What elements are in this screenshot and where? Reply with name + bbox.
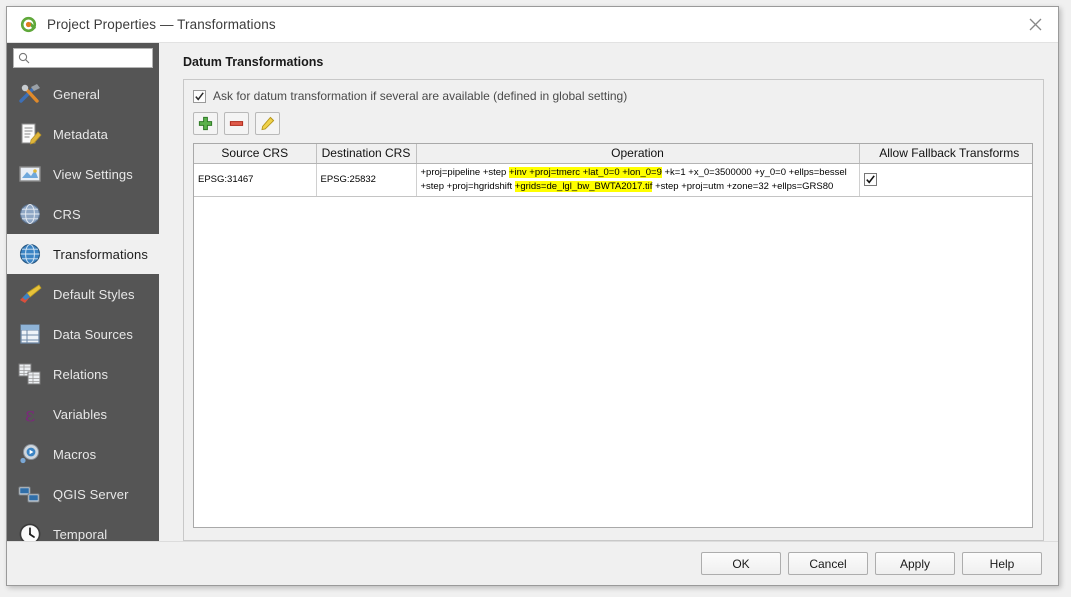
sidebar-item-relations[interactable]: Relations [7,354,159,394]
sidebar-item-variables[interactable]: ε Variables [7,394,159,434]
paintbrush-icon [15,279,45,309]
table-body: EPSG:31467 EPSG:25832 +proj=pipeline +st… [194,163,1032,197]
project-properties-dialog: Project Properties — Transformations Gen… [6,6,1059,586]
datum-transformations-group: Ask for datum transformation if several … [183,79,1044,541]
screen-root: Project Properties — Transformations Gen… [0,0,1071,597]
table-header-row: Source CRS Destination CRS Operation All… [194,144,1032,164]
table-row[interactable]: EPSG:31467 EPSG:25832 +proj=pipeline +st… [194,163,1032,197]
remove-transformation-button[interactable] [224,112,249,135]
ask-for-datum-transformation-checkbox[interactable] [193,89,206,103]
allow-fallback-checkbox[interactable] [863,173,877,186]
clock-icon [15,519,45,541]
sidebar-item-qgis-server[interactable]: QGIS Server [7,474,159,514]
sidebar-item-data-sources[interactable]: Data Sources [7,314,159,354]
operation-line-2-highlight: +grids=de_lgl_bw_BWTA2017.tif [514,180,653,192]
page-title: Datum Transformations [183,55,324,69]
transformations-grid: Source CRS Destination CRS Operation All… [194,144,1032,197]
column-header-operation[interactable]: Operation [416,144,860,164]
globe-blue-icon [15,239,45,269]
sidebar-item-label: Default Styles [53,286,135,302]
cell-operation: +proj=pipeline +step +inv +proj=tmerc +l… [416,163,860,197]
operation-line-1-highlight: +inv +proj=tmerc +lat_0=0 +lon_0=9 [508,166,662,178]
sidebar-item-general[interactable]: General [7,74,159,114]
map-view-icon [15,159,45,189]
sidebar-item-view-settings[interactable]: View Settings [7,154,159,194]
sidebar-item-transformations[interactable]: Transformations [7,234,159,275]
sidebar-item-macros[interactable]: Macros [7,434,159,474]
sidebar-item-label: CRS [53,206,81,222]
two-tables-icon [15,359,45,389]
sidebar-item-label: Variables [53,406,108,422]
column-header-source-crs[interactable]: Source CRS [194,144,317,164]
ok-button[interactable]: OK [701,552,781,575]
svg-text:ε: ε [25,402,35,426]
window-title: Project Properties — Transformations [47,17,276,32]
green-plus-icon [198,116,213,131]
help-button[interactable]: Help [962,552,1042,575]
cell-allow-fallback[interactable] [859,163,1032,197]
settings-sidebar: General Metadata View Settings CRS Trans… [7,43,159,541]
close-icon[interactable] [1012,7,1058,42]
cell-destination-crs: EPSG:25832 [316,163,417,197]
operation-line-2-pre: +step +proj=hgridshift [420,180,515,192]
sidebar-item-metadata[interactable]: Metadata [7,114,159,154]
gear-play-icon [15,439,45,469]
sidebar-item-crs[interactable]: CRS [7,194,159,234]
search-input[interactable] [34,52,152,65]
qgis-logo-icon [19,15,38,34]
sidebar-item-temporal[interactable]: Temporal [7,514,159,541]
add-transformation-button[interactable] [193,112,218,135]
sidebar-item-label: Temporal [53,526,108,541]
operation-line-1: +proj=pipeline +step +inv +proj=tmerc +l… [421,166,855,180]
operation-line-2-post: +step +proj=utm +zone=32 +ellps=GRS80 [652,180,834,192]
table-header: Source CRS Destination CRS Operation All… [194,144,1032,164]
column-header-destination-crs[interactable]: Destination CRS [316,144,417,164]
edit-transformation-button[interactable] [255,112,280,135]
operation-line-2: +step +proj=hgridshift +grids=de_lgl_bw_… [421,180,855,194]
sidebar-item-label: View Settings [53,166,133,182]
sidebar-item-label: Macros [53,446,97,462]
dialog-footer: OK Cancel Apply Help [7,541,1058,585]
sidebar-item-label: Data Sources [53,326,133,342]
sidebar-item-label: General [53,86,100,102]
dialog-body: General Metadata View Settings CRS Trans… [7,43,1058,541]
column-header-allow-fallback-transforms[interactable]: Allow Fallback Transforms [859,144,1032,164]
sidebar-item-label: Relations [53,366,109,382]
sidebar-item-label: Transformations [53,246,148,262]
table-grid-icon [15,319,45,349]
sidebar-item-label: QGIS Server [53,486,129,502]
ask-for-datum-transformation-row[interactable]: Ask for datum transformation if several … [193,89,1033,103]
servers-icon [15,479,45,509]
cancel-button[interactable]: Cancel [788,552,868,575]
sidebar-search[interactable] [13,48,153,69]
apply-button[interactable]: Apply [875,552,955,575]
datum-transformations-table[interactable]: Source CRS Destination CRS Operation All… [193,143,1033,528]
transformations-toolbar [193,112,1033,135]
epsilon-icon: ε [15,399,45,429]
operation-line-1-post: +k=1 +x_0=3500000 +y_0=0 +ellps=bessel [661,166,847,178]
sidebar-nav-list: General Metadata View Settings CRS Trans… [7,74,159,541]
sidebar-item-label: Metadata [53,126,109,142]
hammer-wrench-icon [15,79,45,109]
sidebar-item-default-styles[interactable]: Default Styles [7,274,159,314]
title-bar: Project Properties — Transformations [7,7,1058,43]
globe-grid-icon [15,199,45,229]
red-minus-icon [229,116,244,131]
ask-for-datum-transformation-label: Ask for datum transformation if several … [213,89,628,103]
document-pencil-icon [15,119,45,149]
cell-source-crs: EPSG:31467 [194,163,317,197]
operation-line-1-pre: +proj=pipeline +step [420,166,509,178]
transformations-panel: Datum Transformations Ask for datum tran… [159,43,1058,541]
search-icon [14,52,34,64]
yellow-pencil-icon [260,116,275,131]
